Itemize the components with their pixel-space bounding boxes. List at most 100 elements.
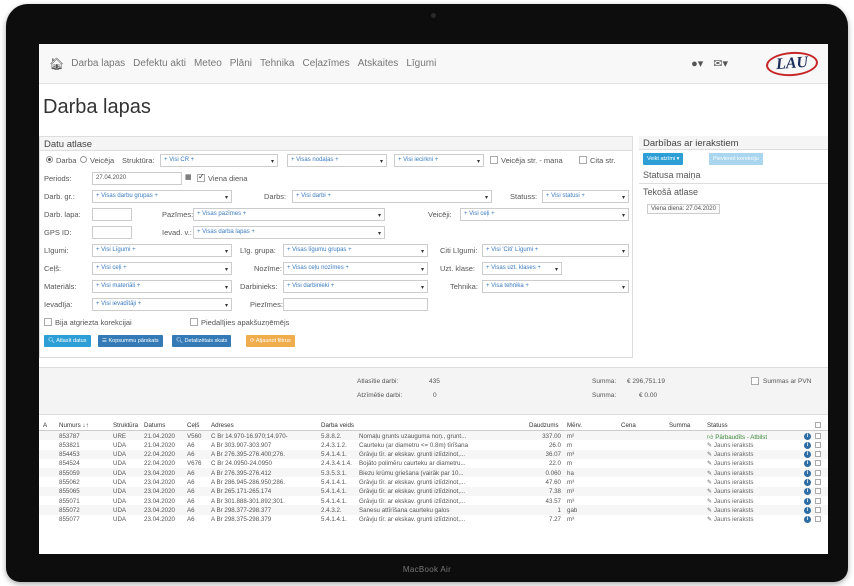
nav-item-defektu-akti[interactable]: Defektu akti — [133, 58, 186, 69]
col-numurs[interactable]: Numurs ↓↑ — [59, 422, 89, 429]
veiceji-select[interactable]: + Visi ceļi + ▾ — [460, 208, 629, 221]
table-row[interactable]: 854453 UDA 22.04.2020 A6 A Br 276.395-276.40… — [39, 449, 828, 459]
nav-item-atskaites[interactable]: Atskaites — [358, 58, 399, 69]
row-checkbox[interactable] — [815, 497, 821, 504]
radio-darba[interactable] — [46, 156, 53, 163]
row-checkbox[interactable] — [815, 516, 821, 523]
col-adreses[interactable]: Adreses — [211, 422, 234, 429]
summas-pvn-checkbox[interactable] — [751, 377, 759, 385]
pencil-icon: ✎ — [707, 451, 714, 459]
atlasit-button[interactable]: 🔍︎ Atlasīt datus — [44, 335, 91, 347]
row-checkbox[interactable] — [815, 478, 821, 485]
nozime-select[interactable]: + Visas ceļu nozīmes + ▾ — [283, 262, 428, 275]
nodalas-select[interactable]: + Visas nodaļas + ▾ — [287, 154, 387, 167]
pazimes-select[interactable]: + Visas pazīmes + ▾ — [193, 208, 385, 221]
laptop-label: MacBook Air — [402, 565, 452, 574]
citi-ligumi-select[interactable]: + Visi 'Citi' Līgumi + ▾ — [482, 244, 629, 257]
col-datums[interactable]: Datums — [144, 422, 165, 429]
ievadija-select[interactable]: + Visi ievadītāji + ▾ — [92, 298, 232, 311]
darbs-select[interactable]: + Visi darbi + ▾ — [292, 190, 492, 203]
tehnika-select[interactable]: + Visa tehnika + ▾ — [482, 280, 629, 293]
col-cels[interactable]: Ceļš — [187, 422, 199, 429]
envelope-icon[interactable]: ✉▾ — [713, 57, 728, 70]
info-icon[interactable]: i — [804, 441, 811, 449]
nav-item-darba-lapas[interactable]: Darba lapas — [71, 58, 125, 69]
darbinieks-select[interactable]: + Visi darbinieki + ▾ — [283, 280, 428, 293]
summary-bar: Atlasītie darbi: 435 Atzīmētie darbi: 0 … — [39, 367, 828, 415]
viena-diena-checkbox[interactable] — [197, 172, 205, 182]
statuss-select[interactable]: + Visi statusi + ▾ — [542, 190, 629, 203]
info-icon[interactable]: i — [804, 451, 811, 459]
kopsummu-button[interactable]: ☰ Kopsummu pārskats — [98, 335, 163, 347]
radio-veiceja[interactable] — [80, 156, 87, 163]
darb-lapa-input[interactable] — [92, 208, 132, 221]
veiceja-str-checkbox[interactable] — [490, 156, 498, 164]
calendar-icon[interactable]: ▦ — [185, 173, 192, 181]
col-darba-veids[interactable]: Darba veids — [321, 422, 354, 429]
col-summa[interactable]: Summa — [669, 422, 690, 429]
ievad-select[interactable]: + Visas darba lapas + ▾ — [193, 226, 385, 239]
cell-dat: 23.04.2020 — [144, 488, 175, 496]
lig-grupa-label: Līg. grupa: — [240, 246, 276, 255]
info-icon[interactable]: i — [804, 506, 811, 514]
table-row[interactable]: 855059 UDA 23.04.2020 A6 A Br 276.395-276.41… — [39, 468, 828, 478]
row-checkbox[interactable] — [815, 451, 821, 458]
row-checkbox[interactable] — [815, 460, 821, 467]
darb-gr-select[interactable]: + Visas darbu grupas + ▾ — [92, 190, 232, 203]
materials-select[interactable]: + Visi materiāli + ▾ — [92, 280, 232, 293]
col-struktura[interactable]: Struktūra — [113, 422, 138, 429]
summa-label: Summa: — [592, 378, 617, 385]
celi-select[interactable]: + Visi ceļi + ▾ — [92, 262, 232, 275]
col-merv[interactable]: Mērv. — [567, 422, 582, 429]
info-icon[interactable]: i — [804, 488, 811, 496]
table-row[interactable]: 853821 UDA 21.04.2020 A6 A Br 303.907-303.90… — [39, 440, 828, 449]
col-cena[interactable]: Cena — [621, 422, 636, 429]
info-icon[interactable]: i — [804, 478, 811, 486]
struktura-select[interactable]: + Visi CR + ▾ — [160, 154, 278, 167]
cell-unit: m² — [567, 432, 575, 440]
atjaunot-button[interactable]: ⟳ Atjaunot filtrus — [246, 335, 295, 347]
nav-item-ligumi[interactable]: Līgumi — [406, 58, 436, 69]
select-all-checkbox[interactable] — [815, 422, 821, 428]
ligumi-select[interactable]: + Visi Līgumi + ▾ — [92, 244, 232, 257]
piezimes-input[interactable] — [283, 298, 428, 311]
iecirkni-select[interactable]: + Visi iecirkni + ▾ — [394, 154, 484, 167]
table-row[interactable]: 855077 UDA 23.04.2020 A6 A Br 298.375-298.37… — [39, 515, 828, 524]
table-row[interactable]: 855072 UDA 23.04.2020 A6 A Br 298.377-298.37… — [39, 505, 828, 515]
col-a[interactable]: A — [43, 422, 47, 429]
periods-input[interactable]: 27.04.2020 — [92, 172, 182, 185]
info-icon[interactable]: i — [804, 460, 811, 468]
row-checkbox[interactable] — [815, 506, 821, 513]
nav-item-tehnika[interactable]: Tehnika — [260, 58, 294, 69]
info-icon[interactable]: i — [804, 497, 811, 505]
col-statuss[interactable]: Statuss — [707, 422, 728, 429]
cita-str-checkbox[interactable] — [579, 156, 587, 164]
table-row[interactable]: 855071 UDA 23.04.2020 A6 A Br 301.888-301.89… — [39, 496, 828, 505]
veikt-atzimi-button[interactable]: Veikt atzīmi ▾ — [643, 153, 684, 165]
row-checkbox[interactable] — [815, 432, 821, 439]
user-icon[interactable]: ●▾ — [691, 57, 703, 70]
detalizetais-button[interactable]: 🔍︎ Detalizētais skats — [172, 335, 232, 347]
row-checkbox[interactable] — [815, 441, 821, 448]
col-daudzums[interactable]: Daudzums — [529, 422, 559, 429]
gps-input[interactable] — [92, 226, 132, 239]
apaksuznemejs-checkbox[interactable] — [190, 318, 198, 326]
info-icon[interactable]: i — [804, 469, 811, 477]
lig-grupa-select[interactable]: + Visas līgumu grupas + ▾ — [283, 244, 428, 257]
bija-korekcijai-checkbox[interactable] — [44, 318, 52, 326]
status-text: Jauns ieraksts — [713, 469, 754, 477]
row-checkbox[interactable] — [815, 488, 821, 495]
table-row[interactable]: 854524 UDA 22.04.2020 V676 C Br 24.0950-24.0… — [39, 459, 828, 468]
nav-item-meteo[interactable]: Meteo — [194, 58, 222, 69]
row-checkbox[interactable] — [815, 469, 821, 476]
table-row[interactable]: 855065 UDA 23.04.2020 A6 A Br 265.171-265.17… — [39, 486, 828, 497]
nav-item-plani[interactable]: Plāni — [230, 58, 252, 69]
uzt-klase-select[interactable]: + Visas uzt. klases + ▾ — [482, 262, 562, 275]
home-icon[interactable]: 🏠︎ — [49, 57, 64, 71]
table-row[interactable]: 855062 UDA 23.04.2020 A6 A Br 286.945-286.95… — [39, 477, 828, 486]
nav-item-celazimes[interactable]: Ceļazīmes — [302, 58, 349, 69]
info-icon[interactable]: i — [804, 516, 811, 524]
pievienot-korekciju-button[interactable]: Pievienot korekciju — [709, 153, 763, 165]
table-row[interactable]: 853787 URE 21.04.2020 V560 C Br 14.970-16.97… — [39, 431, 828, 441]
info-icon[interactable]: i — [804, 432, 811, 440]
